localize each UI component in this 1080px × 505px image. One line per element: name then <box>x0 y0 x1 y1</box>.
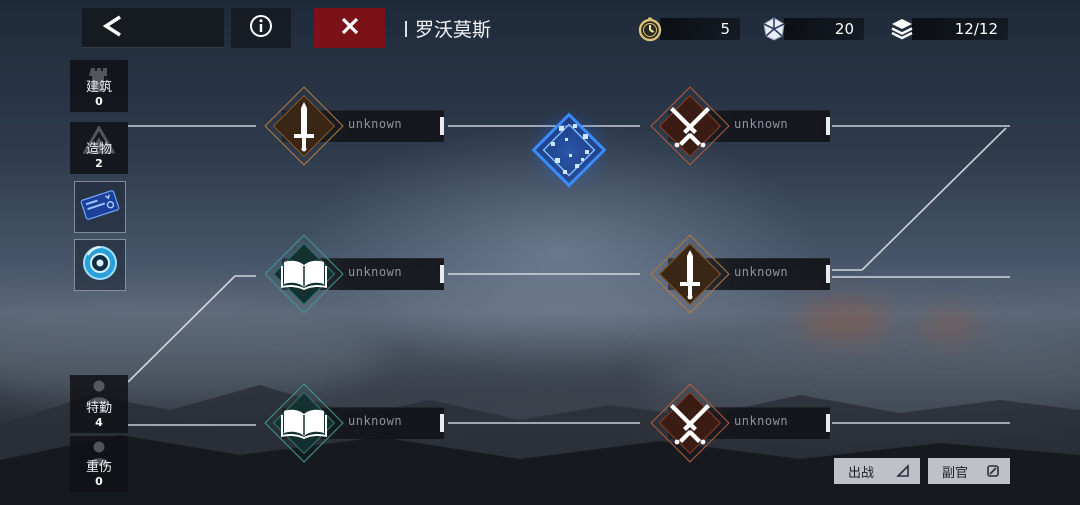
injured-person-icon <box>87 440 111 470</box>
player-position-marker[interactable] <box>525 106 613 194</box>
resource-timer: 5 <box>636 12 740 46</box>
triangle-icon <box>82 125 116 158</box>
node-label: unknown <box>734 414 789 428</box>
crossed-swords-icon <box>650 383 730 463</box>
sidebar-category-artifact[interactable]: 造物 2 <box>70 122 128 174</box>
route-lines <box>127 125 1010 426</box>
sidebar-agent-count: 4 <box>95 416 103 429</box>
map-node-sword[interactable]: unknown <box>650 234 830 314</box>
map-node-battle[interactable]: unknown <box>650 383 830 463</box>
info-button[interactable] <box>231 8 291 48</box>
close-button[interactable] <box>314 8 385 48</box>
person-icon <box>87 379 111 409</box>
resource-crystal: 20 <box>760 12 864 46</box>
node-label: unknown <box>348 117 403 131</box>
crystal-icon <box>760 15 788 43</box>
stack-icon <box>888 15 916 43</box>
node-label: unknown <box>348 414 403 428</box>
map-node-sword[interactable]: unknown <box>264 86 444 166</box>
tower-icon <box>86 64 112 98</box>
map-node-book[interactable]: unknown <box>264 234 444 314</box>
resource-crystal-value: 20 <box>784 18 864 40</box>
stopwatch-icon <box>636 15 664 43</box>
back-button[interactable] <box>82 8 224 48</box>
book-icon <box>264 234 344 314</box>
sidebar-item-blue-card[interactable] <box>74 181 126 233</box>
stage-title-text: 罗沃莫斯 <box>415 19 492 41</box>
adjutant-button[interactable]: 副官 <box>928 458 1010 484</box>
player-crystal-icon <box>527 108 611 192</box>
sidebar-injured-count: 0 <box>95 475 103 488</box>
orb-item-icon <box>80 243 120 287</box>
resource-supplies-value: 12/12 <box>912 18 1008 40</box>
deploy-button[interactable]: 出战 <box>834 458 920 484</box>
map-node-book[interactable]: unknown <box>264 383 444 463</box>
sword-icon <box>650 234 730 314</box>
adjutant-label: 副官 <box>942 465 969 481</box>
node-label: unknown <box>348 265 403 279</box>
adjutant-icon <box>986 464 1000 482</box>
node-label: unknown <box>734 265 789 279</box>
crossed-swords-icon <box>650 86 730 166</box>
resource-supplies: 12/12 <box>888 12 1008 46</box>
sidebar-artifact-count: 2 <box>95 157 103 170</box>
map-node-battle[interactable]: unknown <box>650 86 830 166</box>
stage-title: 罗沃莫斯 <box>405 15 491 42</box>
info-icon <box>249 14 273 42</box>
close-icon <box>340 16 360 40</box>
back-arrow-icon <box>100 13 126 43</box>
book-icon <box>264 383 344 463</box>
node-label: unknown <box>734 117 789 131</box>
deploy-label: 出战 <box>848 465 875 481</box>
sidebar-category-agent[interactable]: 特勤 4 <box>70 375 128 433</box>
sidebar-category-injured[interactable]: 重伤 0 <box>70 436 128 492</box>
sword-icon <box>264 86 344 166</box>
sidebar-category-building[interactable]: 建筑 0 <box>70 60 128 112</box>
deploy-triangle-icon <box>896 464 910 482</box>
sidebar-item-blue-orb[interactable] <box>74 239 126 291</box>
title-divider <box>405 20 407 37</box>
card-item-icon <box>79 187 121 227</box>
resource-timer-value: 5 <box>660 18 740 40</box>
